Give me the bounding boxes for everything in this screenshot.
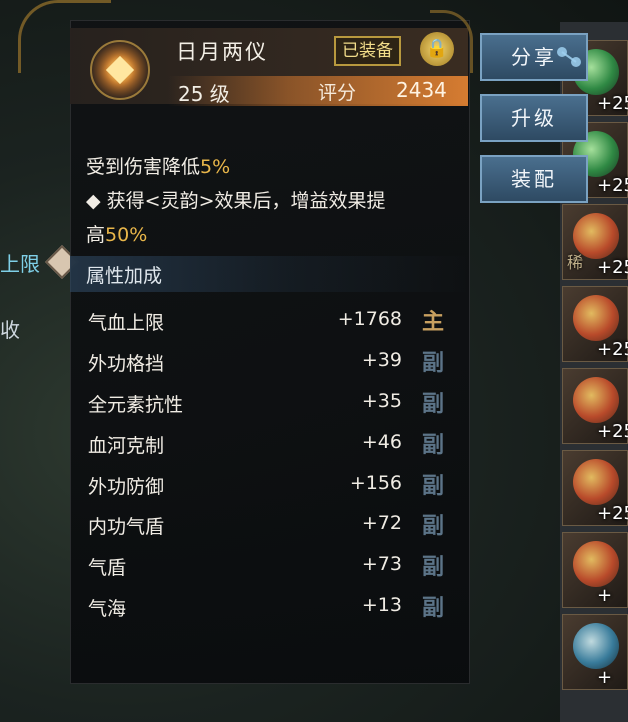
attribute-value: +156 xyxy=(349,472,402,494)
attribute-name: 全元素抗性 xyxy=(88,394,184,416)
gem-icon xyxy=(573,295,619,341)
slot-rarity: 稀 xyxy=(567,253,584,272)
slot-level: +25 xyxy=(597,503,628,524)
attribute-tag: 副 xyxy=(422,596,445,621)
equipped-badge: 已装备 xyxy=(334,36,401,66)
slot-level: +25 xyxy=(597,93,628,114)
score-value: 2434 xyxy=(396,78,447,102)
attribute-row: 外功格挡 +39 副 xyxy=(70,345,468,383)
attribute-row: 全元素抗性 +35 副 xyxy=(70,386,468,424)
attribute-name: 气盾 xyxy=(88,557,127,579)
attribute-tag: 副 xyxy=(422,555,445,580)
gem-icon xyxy=(573,541,619,587)
share-icon xyxy=(557,47,581,67)
slot-level: +25 xyxy=(597,175,628,196)
background-collect-text: 收 xyxy=(0,318,20,342)
attribute-tag: 副 xyxy=(422,474,445,499)
effect-line-2: ◆ 获得<灵韵>效果后，增益效果提 xyxy=(86,190,386,212)
attribute-row: 气血上限 +1768 主 xyxy=(70,304,468,342)
attribute-tag: 副 xyxy=(422,392,445,417)
slot-level: +25 xyxy=(597,339,628,360)
inventory-slot[interactable]: +25 xyxy=(562,368,628,444)
inventory-slot[interactable]: +25 xyxy=(562,286,628,362)
attributes-title: 属性加成 xyxy=(86,265,163,287)
effect-text: 高 xyxy=(86,224,106,246)
gem-icon xyxy=(573,623,619,669)
attribute-name: 内功气盾 xyxy=(88,516,165,538)
upgrade-button[interactable]: 升级 xyxy=(480,94,588,142)
slot-level: +25 xyxy=(597,257,628,278)
gem-icon xyxy=(573,459,619,505)
item-level: 25 级 xyxy=(178,82,230,106)
attribute-name: 血河克制 xyxy=(88,435,165,457)
slot-level: +25 xyxy=(597,421,628,442)
effect-line-1: 受到伤害降低5% xyxy=(86,152,230,179)
attribute-value: +72 xyxy=(361,512,402,534)
effect-line-3: 高50% xyxy=(86,220,147,247)
attributes-section-header: 属性加成 xyxy=(70,256,468,292)
item-name: 日月两仪 xyxy=(176,40,268,64)
item-emblem-icon xyxy=(90,40,150,100)
attribute-row: 气盾 +73 副 xyxy=(70,549,468,587)
attribute-row: 血河克制 +46 副 xyxy=(70,427,468,465)
effect-highlight: 5% xyxy=(200,156,231,178)
attribute-value: +13 xyxy=(361,594,402,616)
attribute-name: 气血上限 xyxy=(88,312,165,334)
slot-level: + xyxy=(597,667,613,688)
slot-level: + xyxy=(597,585,613,606)
attribute-tag: 副 xyxy=(422,433,445,458)
inventory-slot[interactable]: + xyxy=(562,532,628,608)
attribute-value: +46 xyxy=(361,431,402,453)
background-limit-text: 上限 xyxy=(0,252,40,276)
attribute-row: 内功气盾 +72 副 xyxy=(70,508,468,546)
lock-icon[interactable]: 🔒 xyxy=(420,32,454,66)
attribute-name: 外功防御 xyxy=(88,476,165,498)
effect-text: 受到伤害降低 xyxy=(86,156,201,178)
attribute-value: +1768 xyxy=(337,308,402,330)
attribute-tag: 副 xyxy=(422,514,445,539)
score-label: 评分 xyxy=(318,82,357,104)
inventory-slot[interactable]: +25 xyxy=(562,450,628,526)
attribute-value: +35 xyxy=(361,390,402,412)
attribute-value: +39 xyxy=(361,349,402,371)
attribute-name: 气海 xyxy=(88,598,127,620)
inventory-slot[interactable]: + xyxy=(562,614,628,690)
attribute-tag: 副 xyxy=(422,351,445,376)
gem-icon xyxy=(573,377,619,423)
effect-highlight: 50% xyxy=(105,224,148,246)
assemble-button[interactable]: 装配 xyxy=(480,155,588,203)
inventory-slot[interactable]: 稀 +25 xyxy=(562,204,628,280)
attribute-tag: 主 xyxy=(422,310,445,335)
attribute-value: +73 xyxy=(361,553,402,575)
attribute-name: 外功格挡 xyxy=(88,353,165,375)
attribute-row: 外功防御 +156 副 xyxy=(70,468,468,506)
attribute-row: 气海 +13 副 xyxy=(70,590,468,628)
